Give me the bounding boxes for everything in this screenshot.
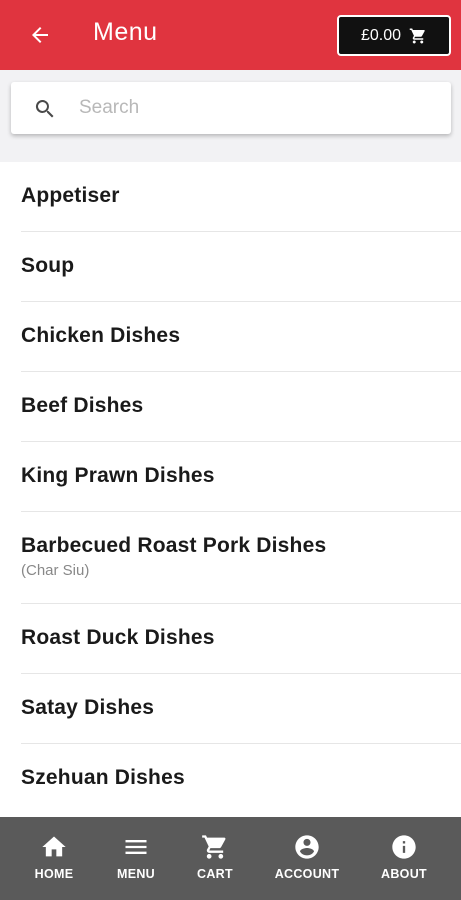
search-box	[11, 82, 451, 134]
category-sublabel: (Char Siu)	[21, 562, 90, 579]
cart-total: £0.00	[360, 26, 402, 44]
info-icon	[392, 835, 416, 859]
category-label: Barbecued Roast Pork Dishes	[21, 534, 327, 557]
nav-label: ABOUT	[381, 867, 427, 881]
category-item-satay-dishes[interactable]: Satay Dishes	[21, 674, 461, 744]
shopping-cart-icon	[409, 28, 425, 43]
cart-total-button[interactable]: £0.00	[337, 15, 451, 56]
category-item-beef-dishes[interactable]: Beef Dishes	[21, 372, 461, 442]
category-item-soup[interactable]: Soup	[21, 232, 461, 302]
category-label: Chicken Dishes	[21, 324, 181, 347]
back-button[interactable]	[20, 20, 60, 50]
search-icon	[35, 100, 54, 118]
nav-cart[interactable]: CART	[183, 817, 247, 900]
nav-account[interactable]: ACCOUNT	[268, 817, 346, 900]
nav-menu[interactable]: MENU	[104, 817, 168, 900]
category-label: Roast Duck Dishes	[21, 626, 215, 649]
page-title: Menu	[93, 18, 158, 46]
category-list: Appetiser Soup Chicken Dishes Beef Dishe…	[0, 162, 461, 814]
category-item-roast-duck-dishes[interactable]: Roast Duck Dishes	[21, 604, 461, 674]
category-label: Szehuan Dishes	[21, 766, 185, 789]
search-area	[0, 70, 461, 162]
category-label: Appetiser	[21, 184, 120, 207]
category-item-szehuan-dishes[interactable]: Szehuan Dishes	[21, 744, 461, 814]
search-input[interactable]	[79, 90, 439, 126]
arrow-left-icon	[32, 27, 48, 43]
category-label: Satay Dishes	[21, 696, 155, 719]
category-item-chicken-dishes[interactable]: Chicken Dishes	[21, 302, 461, 372]
menu-icon	[125, 840, 147, 854]
nav-label: ACCOUNT	[274, 867, 340, 881]
category-label: Beef Dishes	[21, 394, 144, 417]
account-icon	[295, 835, 319, 859]
nav-label: MENU	[116, 867, 155, 881]
category-item-barbecued-roast-pork-dishes[interactable]: Barbecued Roast Pork Dishes (Char Siu)	[21, 512, 461, 604]
bottom-nav: HOME MENU CART ACCOUNT ABOUT	[0, 817, 461, 900]
category-item-appetiser[interactable]: Appetiser	[21, 162, 461, 232]
nav-home[interactable]: HOME	[22, 817, 86, 900]
app-bar: Menu £0.00	[0, 0, 461, 70]
nav-label: HOME	[34, 867, 74, 881]
nav-label: CART	[197, 867, 233, 881]
category-label: King Prawn Dishes	[21, 464, 215, 487]
home-icon	[42, 836, 66, 857]
category-label: Soup	[21, 254, 75, 277]
category-item-king-prawn-dishes[interactable]: King Prawn Dishes	[21, 442, 461, 512]
nav-about[interactable]: ABOUT	[372, 817, 436, 900]
cart-icon	[202, 835, 226, 859]
